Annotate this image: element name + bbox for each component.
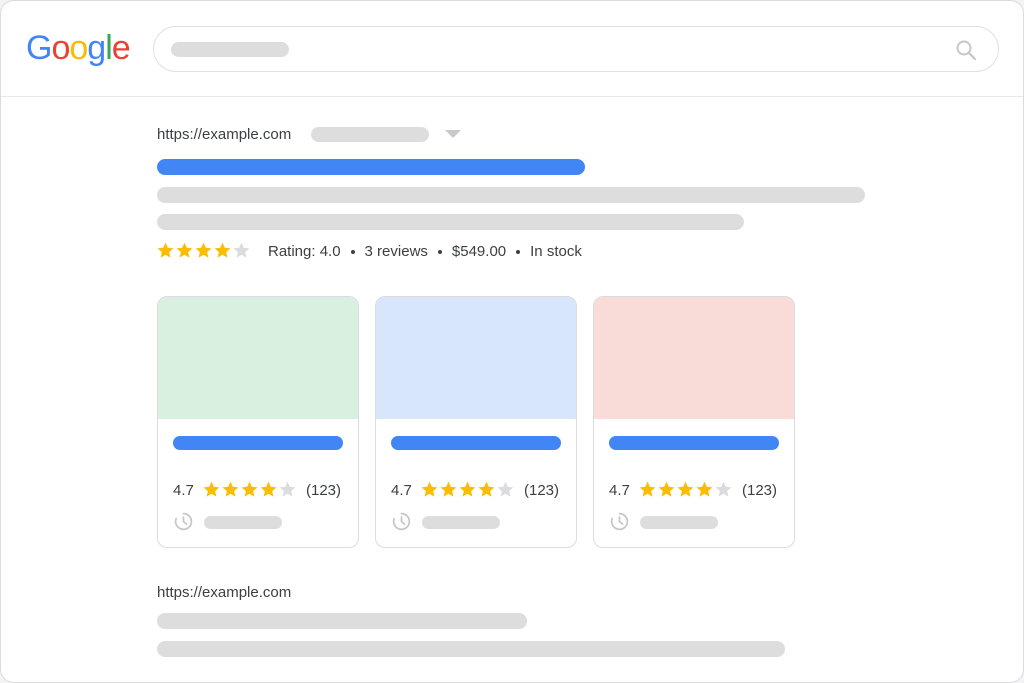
card-thumbnail xyxy=(376,297,576,419)
separator-dot xyxy=(516,250,521,255)
logo-letter: G xyxy=(26,29,52,67)
logo-letter: o xyxy=(69,29,88,67)
chevron-down-icon[interactable] xyxy=(445,130,461,140)
card-rating-stars xyxy=(420,480,515,499)
card-rating-stars xyxy=(638,480,733,499)
snippet-line-2 xyxy=(157,641,785,657)
star-filled-icon xyxy=(214,242,231,258)
star-filled-icon xyxy=(658,481,675,497)
star-filled-icon xyxy=(696,481,713,497)
snippet-line-1 xyxy=(157,187,865,203)
card-title-link[interactable] xyxy=(173,436,343,450)
google-logo[interactable]: Google xyxy=(26,28,131,68)
result-title-link[interactable] xyxy=(157,159,585,175)
result-url[interactable]: https://example.com xyxy=(157,126,291,144)
card-meta-placeholder xyxy=(640,516,718,529)
card-title-link[interactable] xyxy=(391,436,561,450)
carousel-card[interactable]: 4.7 (123) xyxy=(375,296,577,548)
snippet-line-1 xyxy=(157,613,527,629)
result-rating-stars xyxy=(156,241,251,260)
star-empty-icon xyxy=(233,242,250,258)
card-title-link[interactable] xyxy=(609,436,779,450)
separator-dot xyxy=(437,250,442,255)
search-header: Google xyxy=(1,1,1023,97)
star-filled-icon xyxy=(440,481,457,497)
card-rating-stars xyxy=(202,480,297,499)
clock-icon xyxy=(392,512,411,531)
logo-letter: e xyxy=(111,29,131,67)
star-filled-icon xyxy=(241,481,258,497)
search-input[interactable] xyxy=(153,26,999,72)
star-filled-icon xyxy=(222,481,239,497)
star-filled-icon xyxy=(459,481,476,497)
star-filled-icon xyxy=(176,242,193,258)
card-review-count: (123) xyxy=(742,482,778,499)
star-filled-icon xyxy=(639,481,656,497)
logo-letter: o xyxy=(51,29,70,67)
star-filled-icon xyxy=(203,481,220,497)
card-thumbnail xyxy=(594,297,794,419)
separator-dot xyxy=(350,250,355,255)
search-icon[interactable] xyxy=(954,38,978,62)
clock-icon xyxy=(610,512,629,531)
breadcrumb-placeholder xyxy=(311,127,429,142)
star-filled-icon xyxy=(195,242,212,258)
star-empty-icon xyxy=(715,481,732,497)
clock-icon xyxy=(174,512,193,531)
review-count: 3 reviews xyxy=(364,243,428,260)
star-filled-icon xyxy=(478,481,495,497)
card-rating-value: 4.7 xyxy=(609,482,630,499)
stock-status: In stock xyxy=(530,243,582,260)
logo-letter: g xyxy=(87,29,106,67)
result-url[interactable]: https://example.com xyxy=(157,584,291,602)
rich-snippet-meta: Rating: 4.0 3 reviews $549.00 In stock xyxy=(268,243,582,261)
card-rating-value: 4.7 xyxy=(391,482,412,499)
carousel-card[interactable]: 4.7 (123) xyxy=(157,296,359,548)
carousel-card[interactable]: 4.7 (123) xyxy=(593,296,795,548)
snippet-line-2 xyxy=(157,214,744,230)
rating-text: Rating: 4.0 xyxy=(268,243,341,260)
search-query-placeholder xyxy=(171,42,289,57)
star-empty-icon xyxy=(279,481,296,497)
price: $549.00 xyxy=(451,243,507,260)
star-filled-icon xyxy=(157,242,174,258)
star-filled-icon xyxy=(677,481,694,497)
star-filled-icon xyxy=(421,481,438,497)
star-empty-icon xyxy=(497,481,514,497)
card-rating-value: 4.7 xyxy=(173,482,194,499)
card-meta-placeholder xyxy=(204,516,282,529)
star-filled-icon xyxy=(260,481,277,497)
card-meta-placeholder xyxy=(422,516,500,529)
card-review-count: (123) xyxy=(524,482,560,499)
card-thumbnail xyxy=(158,297,358,419)
card-review-count: (123) xyxy=(306,482,342,499)
browser-frame: Google https://example.com Rating: 4.0 3 … xyxy=(0,0,1024,683)
